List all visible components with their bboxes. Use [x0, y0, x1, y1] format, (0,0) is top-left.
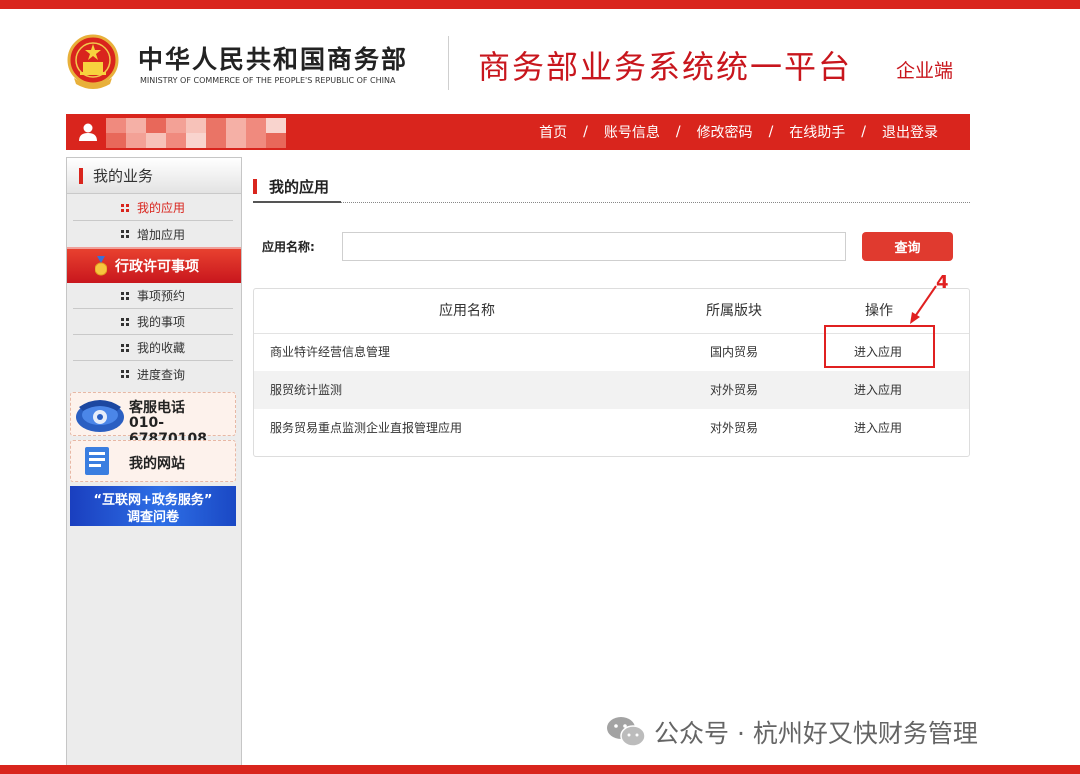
nav-change-password-link[interactable]: 修改密码	[697, 122, 753, 142]
sidebar-item-label: 事项预约	[136, 289, 185, 303]
username-redacted	[106, 118, 286, 148]
sidebar-section-admin-license[interactable]: 行政许可事项	[67, 247, 241, 283]
sidebar-item-add-app[interactable]: 增加应用	[73, 221, 233, 247]
annotation-highlight-box	[824, 325, 935, 368]
app-name-label: 应用名称:	[262, 240, 315, 254]
nav-separator: /	[675, 124, 681, 140]
nav-separator: /	[861, 124, 866, 140]
title-underline	[253, 201, 341, 203]
page-title-text: 我的应用	[269, 178, 330, 196]
watermark-text: 公众号 · 杭州好又快财务管理	[654, 719, 978, 748]
service-phone-box: 客服电话 010-67870108	[70, 392, 236, 447]
platform-title: 商务部业务系统统一平台	[478, 48, 853, 86]
sidebar-item-label: 我的收藏	[136, 341, 185, 355]
sidebar-item-label: 我的事项	[136, 315, 185, 329]
sidebar-item-progress-query[interactable]: 进度查询	[73, 361, 233, 387]
cell-app-name: 商业特许经营信息管理	[270, 345, 391, 359]
national-emblem-icon	[67, 34, 119, 89]
nav-logout-link[interactable]: 退出登录	[882, 122, 938, 142]
sidebar-section-label: 行政许可事项	[115, 259, 199, 275]
search-button[interactable]: 查询	[862, 232, 953, 261]
grid-dots-icon	[120, 291, 129, 300]
table-header-section: 所属版块	[706, 303, 762, 319]
sidebar-header-my-business: 我的业务	[67, 158, 241, 194]
enter-app-link[interactable]: 进入应用	[854, 409, 902, 447]
top-red-bar	[0, 0, 1080, 9]
medal-icon	[95, 256, 107, 276]
sidebar-item-my-favorites[interactable]: 我的收藏	[73, 335, 233, 361]
sidebar-item-my-matters[interactable]: 我的事项	[73, 309, 233, 335]
sidebar-header-label: 我的业务	[93, 167, 154, 185]
bottom-red-bar	[0, 765, 1080, 774]
nav-online-assistant-link[interactable]: 在线助手	[789, 122, 845, 142]
table-row: 服务贸易重点监测企业直报管理应用 对外贸易 进入应用	[254, 409, 969, 447]
nav-links: 首页 / 账号信息 / 修改密码 / 在线助手 / 退出登录	[539, 114, 938, 150]
my-website-box[interactable]: 我的网站	[70, 440, 236, 482]
ministry-name-en: MINISTRY OF COMMERCE OF THE PEOPLE'S REP…	[140, 76, 396, 85]
survey-banner-subtitle: 调查问卷	[126, 510, 179, 525]
nav-separator: /	[768, 124, 774, 140]
red-marker	[253, 179, 257, 194]
survey-banner[interactable]: “互联网+政务服务” 调查问卷	[70, 486, 236, 526]
my-website-label: 我的网站	[129, 456, 185, 472]
grid-dots-icon	[120, 203, 129, 212]
apps-table: 应用名称 所属版块 操作 商业特许经营信息管理 国内贸易 进入应用 服贸统计监测…	[253, 288, 970, 457]
sidebar-item-label: 我的应用	[136, 201, 185, 215]
cell-section: 对外贸易	[710, 383, 759, 397]
grid-dots-icon	[120, 343, 129, 352]
nav-account-info-link[interactable]: 账号信息	[604, 122, 660, 142]
grid-dots-icon	[120, 230, 129, 238]
table-row: 服贸统计监测 对外贸易 进入应用	[254, 371, 969, 409]
title-divider	[253, 202, 970, 203]
sidebar-item-label: 进度查询	[136, 367, 185, 382]
top-navbar: 首页 / 账号信息 / 修改密码 / 在线助手 / 退出登录	[66, 114, 970, 150]
sidebar-item-label: 增加应用	[136, 227, 185, 242]
service-phone-label: 客服电话	[129, 400, 185, 416]
grid-dots-icon	[120, 317, 129, 326]
telephone-icon	[76, 400, 124, 432]
header-divider	[448, 36, 449, 90]
cell-app-name: 服贸统计监测	[270, 383, 343, 397]
sidebar: 我的业务 我的应用 增加应用 行政许可事项 事项预约 我的事项 我的收藏 进度查…	[66, 157, 242, 765]
red-marker	[79, 167, 83, 184]
app-name-input[interactable]	[342, 232, 846, 261]
document-icon	[85, 447, 109, 475]
annotation-arrow-icon	[910, 285, 937, 324]
enter-app-link[interactable]: 进入应用	[854, 371, 902, 409]
grid-dots-icon	[120, 370, 129, 378]
ministry-name-cn: 中华人民共和国商务部	[138, 45, 409, 74]
sidebar-item-appointment[interactable]: 事项预约	[73, 283, 233, 309]
cell-section: 对外贸易	[710, 421, 759, 435]
user-icon	[79, 123, 97, 141]
cell-section: 国内贸易	[710, 345, 759, 359]
sidebar-item-my-apps[interactable]: 我的应用	[73, 195, 233, 221]
wechat-icon	[607, 717, 646, 747]
cell-app-name: 服务贸易重点监测企业直报管理应用	[270, 421, 463, 435]
nav-home-link[interactable]: 首页	[539, 122, 567, 142]
page: 中华人民共和国商务部 MINISTRY OF COMMERCE OF THE P…	[0, 0, 1080, 774]
platform-subtitle: 企业端	[896, 60, 954, 82]
nav-separator: /	[583, 124, 588, 140]
page-title: 我的应用	[253, 176, 329, 197]
watermark: 公众号 · 杭州好又快财务管理	[606, 714, 978, 750]
table-header-app-name: 应用名称	[439, 303, 495, 319]
